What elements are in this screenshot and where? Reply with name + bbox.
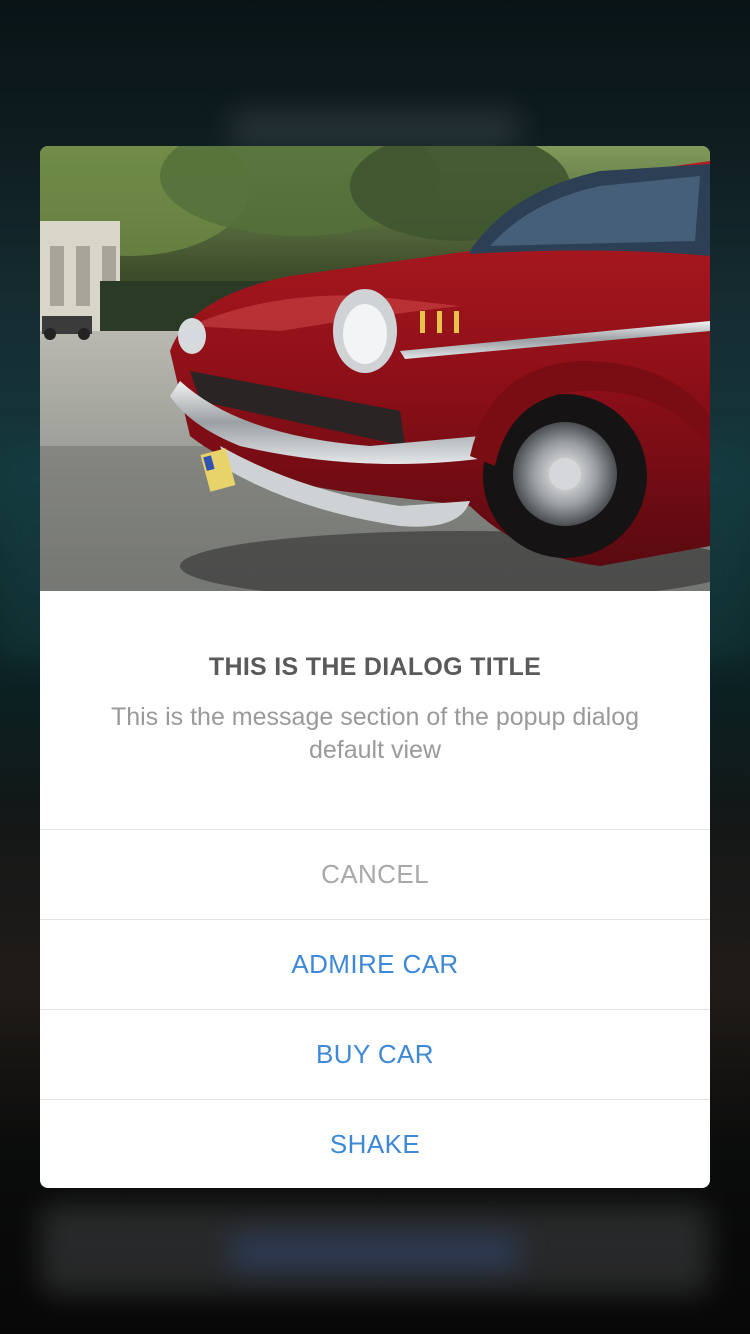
classic-car-illustration: [40, 146, 710, 591]
cancel-button[interactable]: CANCEL: [40, 830, 710, 920]
dialog-actions: CANCEL ADMIRE CAR BUY CAR SHAKE: [40, 829, 710, 1188]
buy-car-button[interactable]: BUY CAR: [40, 1010, 710, 1100]
dialog-title: THIS IS THE DIALOG TITLE: [208, 653, 542, 681]
dialog-message: This is the message section of the popup…: [110, 703, 640, 764]
popup-dialog: THIS IS THE DIALOG TITLE This is the mes…: [40, 146, 710, 1188]
dialog-content: THIS IS THE DIALOG TITLE This is the mes…: [40, 591, 710, 829]
dialog-hero-image: [40, 146, 710, 591]
shake-button[interactable]: SHAKE: [40, 1100, 710, 1188]
admire-car-button[interactable]: ADMIRE CAR: [40, 920, 710, 1010]
